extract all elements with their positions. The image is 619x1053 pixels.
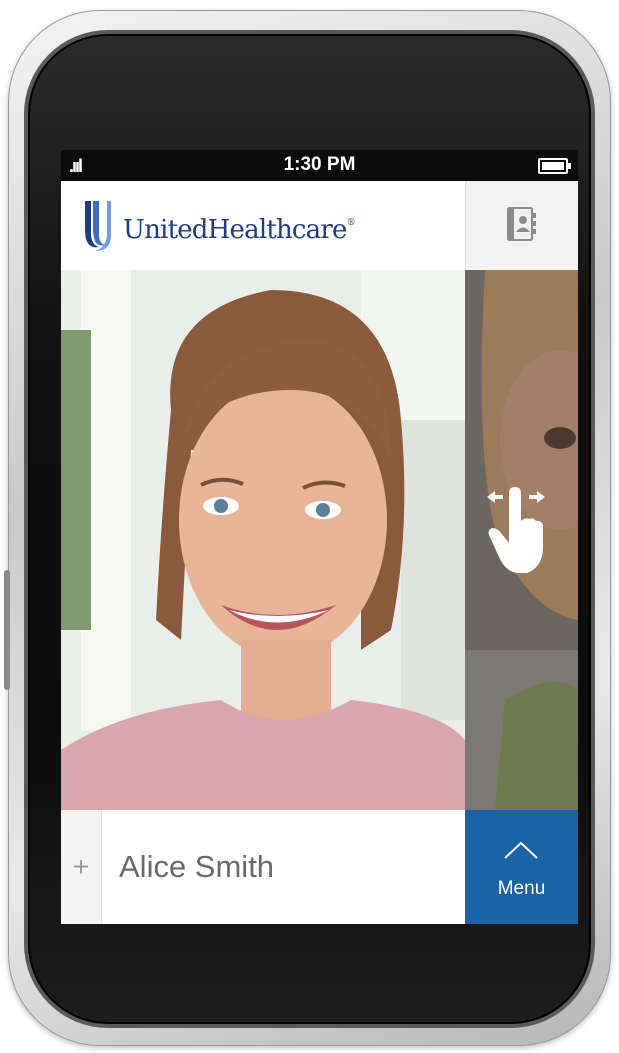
status-time: 1:30 PM xyxy=(283,154,356,175)
brand-name: UnitedHealthcare xyxy=(123,215,347,245)
woman-portrait-image xyxy=(61,270,465,810)
brand-logo-icon xyxy=(85,201,111,251)
add-member-button[interactable]: + xyxy=(61,810,102,924)
chevron-up-icon xyxy=(504,841,538,859)
contact-button[interactable] xyxy=(465,181,578,270)
swipe-gesture-icon xyxy=(487,487,545,573)
brand-registered-mark: ® xyxy=(346,218,356,228)
battery-icon xyxy=(538,158,571,174)
carousel-slide-photo[interactable] xyxy=(61,270,465,810)
member-footer: + Alice Smith Menu xyxy=(61,810,578,924)
menu-button[interactable]: Menu xyxy=(465,810,578,924)
app-screen: .ııl 1:30 PM UnitedHealthcare® + Alice S… xyxy=(61,150,578,924)
app-header: UnitedHealthcare® xyxy=(61,181,578,271)
phone-side-button xyxy=(4,570,10,690)
contact-card-icon xyxy=(507,207,536,241)
menu-label: Menu xyxy=(497,878,546,899)
status-bar: .ııl 1:30 PM xyxy=(61,150,578,181)
member-name: Alice Smith xyxy=(119,849,275,884)
brand-wordmark: UnitedHealthcare® xyxy=(123,215,356,245)
